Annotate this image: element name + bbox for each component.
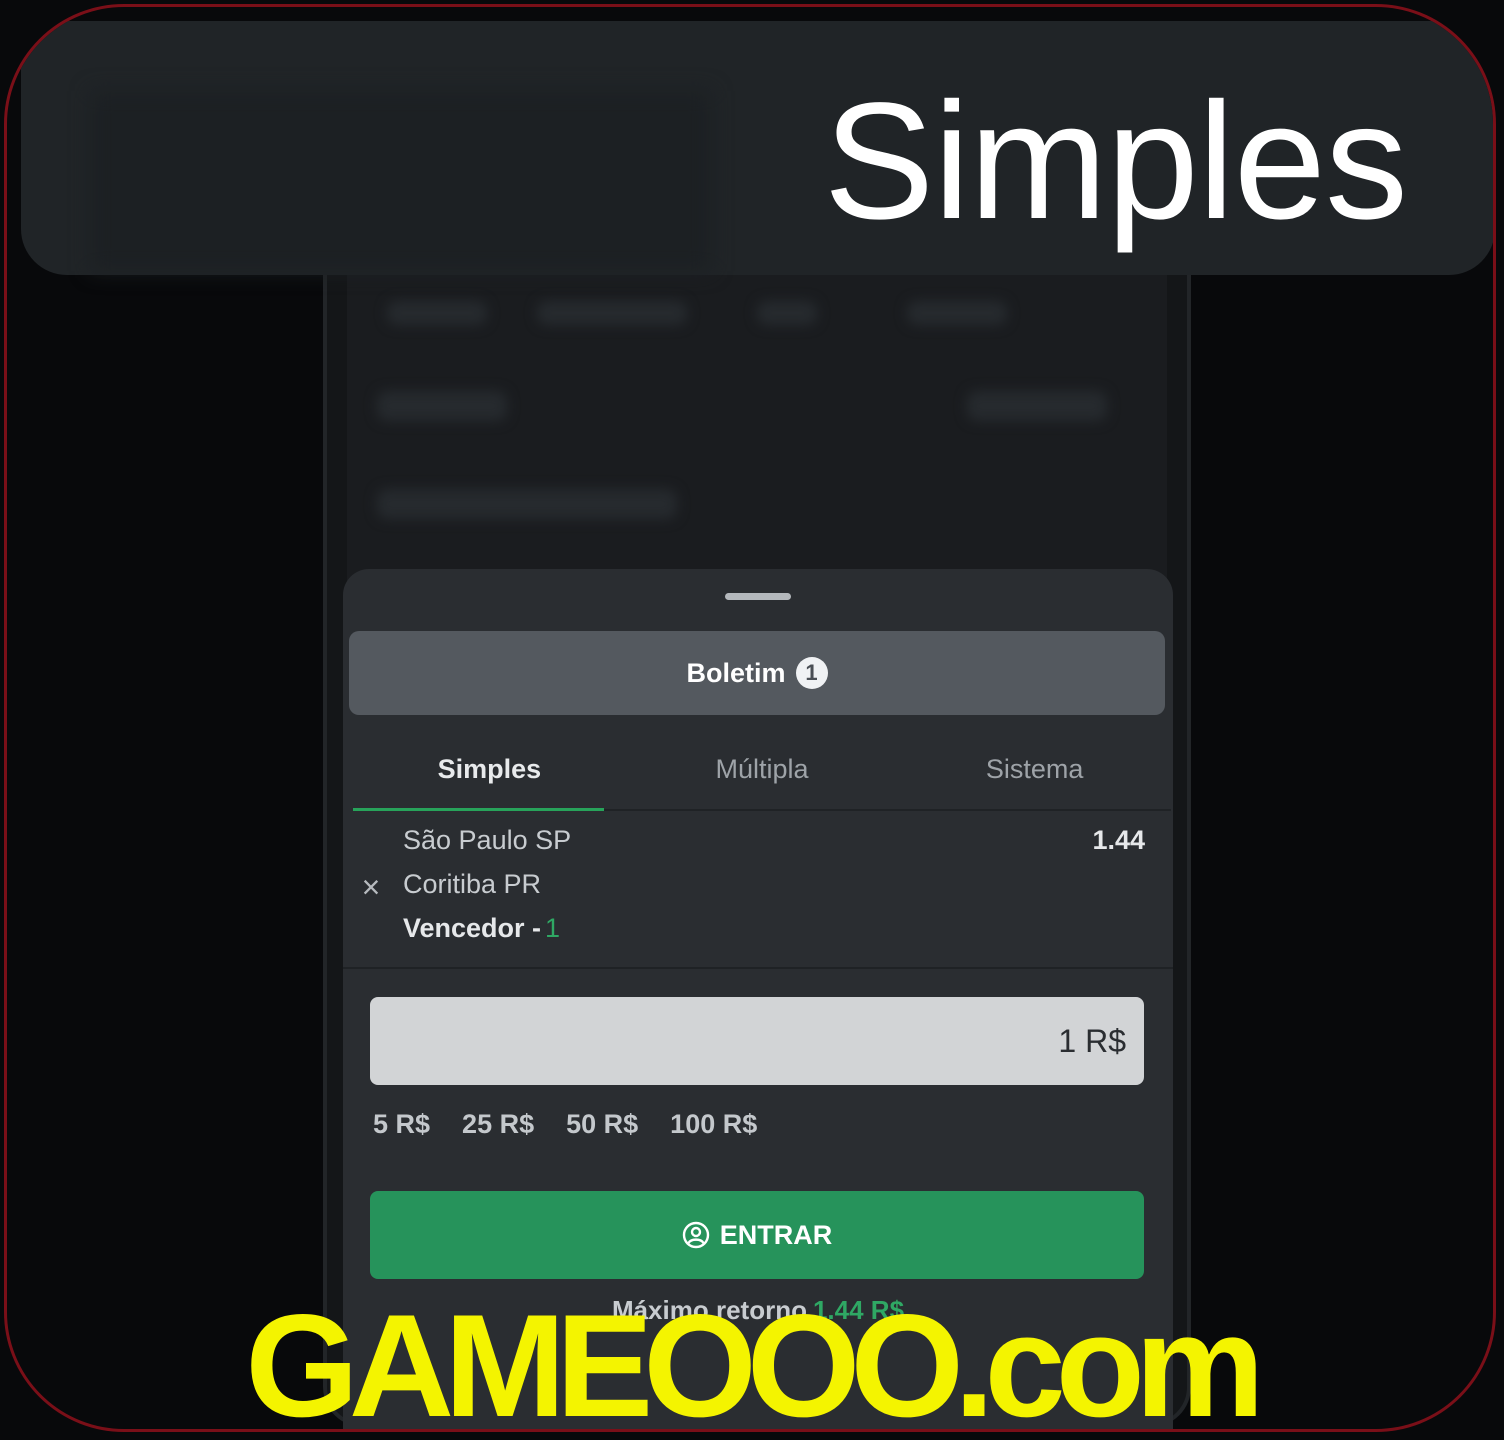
blurred-control: [967, 391, 1107, 421]
bet-selection-row: × São Paulo SP Coritiba PR Vencedor -1 1…: [343, 811, 1173, 969]
quick-stake-50[interactable]: 50 R$: [566, 1109, 638, 1140]
enter-button-label: ENTRAR: [719, 1219, 833, 1250]
tab-sistema[interactable]: Sistema: [898, 729, 1171, 809]
quick-stake-5[interactable]: 5 R$: [373, 1109, 430, 1140]
market-selection: 1: [545, 913, 561, 943]
quick-stake-100[interactable]: 100 R$: [670, 1109, 757, 1140]
quick-stake-buttons: 5 R$ 25 R$ 50 R$ 100 R$: [373, 1109, 757, 1140]
blurred-nav-item: [907, 301, 1007, 325]
page-title: Simples: [823, 69, 1408, 254]
away-team: Coritiba PR: [403, 869, 542, 899]
watermark-logo: GAMEOOO.com: [245, 1284, 1264, 1432]
bet-odds: 1.44: [1092, 825, 1145, 855]
market-label: Vencedor -: [403, 913, 542, 943]
promo-frame: Boletim 1 Simples Múltipla Sistema × São…: [4, 4, 1496, 1432]
blurred-row: [377, 489, 677, 519]
header-blur-panel: [91, 91, 711, 271]
close-icon[interactable]: ×: [357, 871, 385, 903]
bet-type-tabs: Simples Múltipla Sistema: [353, 729, 1171, 811]
quick-stake-25[interactable]: 25 R$: [462, 1109, 534, 1140]
header-banner: Simples: [21, 21, 1493, 275]
blurred-heading: [377, 391, 507, 421]
sheet-drag-handle[interactable]: [725, 593, 791, 600]
blurred-nav-item: [757, 301, 817, 325]
user-circle-icon: [682, 1221, 709, 1249]
betslip-title: Boletim: [686, 657, 786, 688]
betslip-header[interactable]: Boletim 1: [349, 631, 1165, 715]
stake-input[interactable]: 1 R$: [370, 997, 1144, 1085]
blurred-nav-item: [387, 301, 487, 325]
bet-market: Vencedor -1: [403, 913, 560, 944]
enter-button[interactable]: ENTRAR: [370, 1191, 1144, 1279]
home-team: São Paulo SP: [403, 825, 572, 855]
tab-simples[interactable]: Simples: [353, 729, 626, 811]
tab-multipla[interactable]: Múltipla: [626, 729, 899, 809]
blurred-nav-item: [537, 301, 687, 325]
betslip-count-badge: 1: [795, 657, 828, 689]
